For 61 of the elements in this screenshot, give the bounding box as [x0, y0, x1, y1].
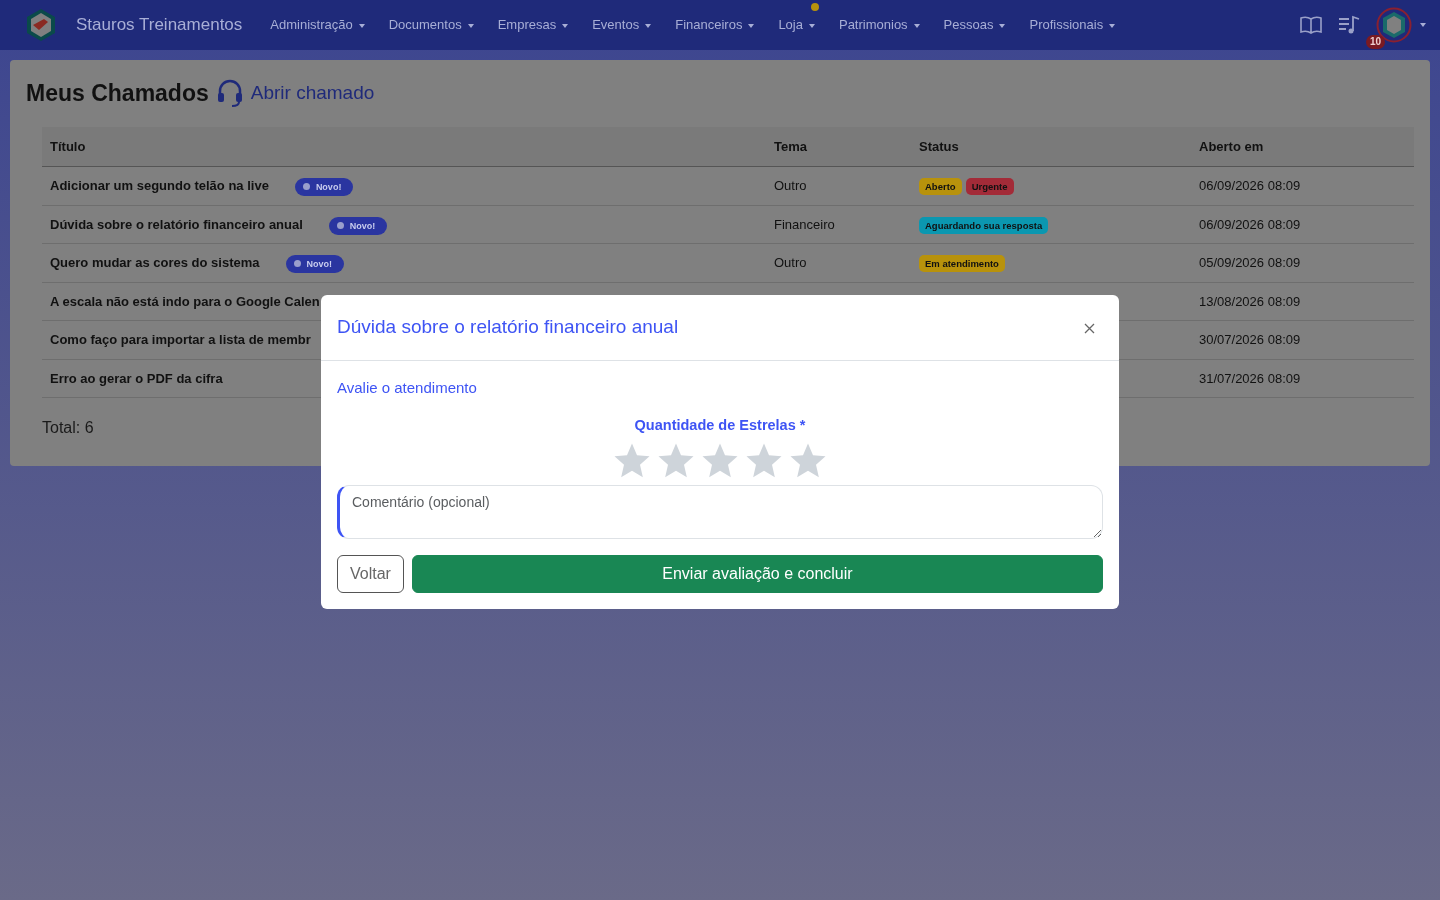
new-badge: Novo! [285, 255, 345, 273]
menu-item[interactable]: Profissionais [1029, 15, 1116, 35]
menu-item[interactable]: Administração [270, 15, 365, 35]
book-icon[interactable] [1300, 16, 1322, 34]
brand-name[interactable]: Stauros Treinamentos [76, 12, 243, 38]
caret-icon [808, 23, 815, 28]
caret-icon [748, 23, 755, 28]
column-header: Tema [766, 126, 911, 167]
open-ticket-link[interactable]: Abrir chamado [250, 79, 375, 108]
menu-item[interactable]: Pessoas [943, 15, 1006, 35]
menu-item[interactable]: Eventos [592, 15, 652, 35]
column-header: Aberto em [1191, 126, 1414, 167]
ticket-title[interactable]: A escala não está indo para o Google Calen [50, 293, 320, 309]
date-text: 31/07/2026 08:09 [1199, 370, 1301, 386]
total-count: Total: 6 [42, 418, 94, 438]
dialog-title: Dúvida sobre o relatório financeiro anual [337, 315, 679, 339]
new-badge: Novo! [294, 178, 354, 196]
column-header: Título [42, 126, 766, 167]
menu-item[interactable]: Empresas [497, 15, 569, 35]
submit-button[interactable]: Enviar avaliação e concluir [411, 554, 1103, 593]
caret-icon [999, 23, 1006, 28]
menu-item[interactable]: Patrimonios [838, 15, 920, 35]
caret-icon [913, 23, 920, 28]
caret-icon [645, 23, 652, 28]
ticket-title[interactable]: Como faço para importar a lista de membr [50, 332, 311, 347]
menu-item[interactable]: Documentos [388, 15, 474, 35]
caret-icon [358, 23, 365, 28]
caret-icon [562, 23, 569, 28]
page-title: Meus Chamados [26, 79, 209, 108]
headset-icon[interactable] [216, 79, 243, 108]
notification-count: 10 [1366, 35, 1386, 49]
status-badge: Em atendimento [919, 255, 1005, 272]
theme-text: Outro [774, 178, 807, 193]
menu-item[interactable]: Loja [778, 15, 815, 35]
close-icon[interactable] [1084, 323, 1095, 334]
back-button[interactable]: Voltar [337, 554, 404, 593]
status-badge: Aberto [919, 178, 962, 195]
caret-icon [1109, 23, 1116, 28]
ticket-title[interactable]: Erro ao gerar o PDF da cifra [50, 370, 223, 386]
playlist-icon[interactable] [1338, 15, 1360, 35]
comment-field[interactable]: Comentário (opcional) [337, 484, 1103, 539]
date-text: 06/09/2026 08:09 [1199, 216, 1301, 232]
date-text: 13/08/2026 08:09 [1199, 293, 1301, 309]
new-badge: Novo! [328, 216, 388, 235]
dialog-subtitle: Avalie o atendimento [337, 377, 478, 398]
date-text: 05/09/2026 08:09 [1199, 255, 1301, 270]
ticket-title[interactable]: Dúvida sobre o relatório financeiro anual [50, 216, 303, 232]
logo-icon [24, 8, 58, 42]
menu-item[interactable]: Financeiros [675, 15, 755, 35]
caret-icon[interactable] [1420, 23, 1426, 27]
ticket-title[interactable]: Adicionar um segundo telão na live [50, 178, 269, 193]
status-badge: Urgente [965, 178, 1014, 195]
ticket-title[interactable]: Quero mudar as cores do sistema [50, 255, 260, 270]
column-header: Status [911, 126, 1191, 167]
theme-text: Outro [774, 255, 807, 270]
date-text: 06/09/2026 08:09 [1199, 178, 1301, 193]
status-badge: Aguardando sua resposta [919, 216, 1049, 234]
date-text: 30/07/2026 08:09 [1199, 332, 1301, 347]
caret-icon [467, 23, 474, 28]
rating-label: Quantidade de Estrelas * [633, 416, 807, 435]
theme-text: Financeiro [774, 216, 835, 232]
